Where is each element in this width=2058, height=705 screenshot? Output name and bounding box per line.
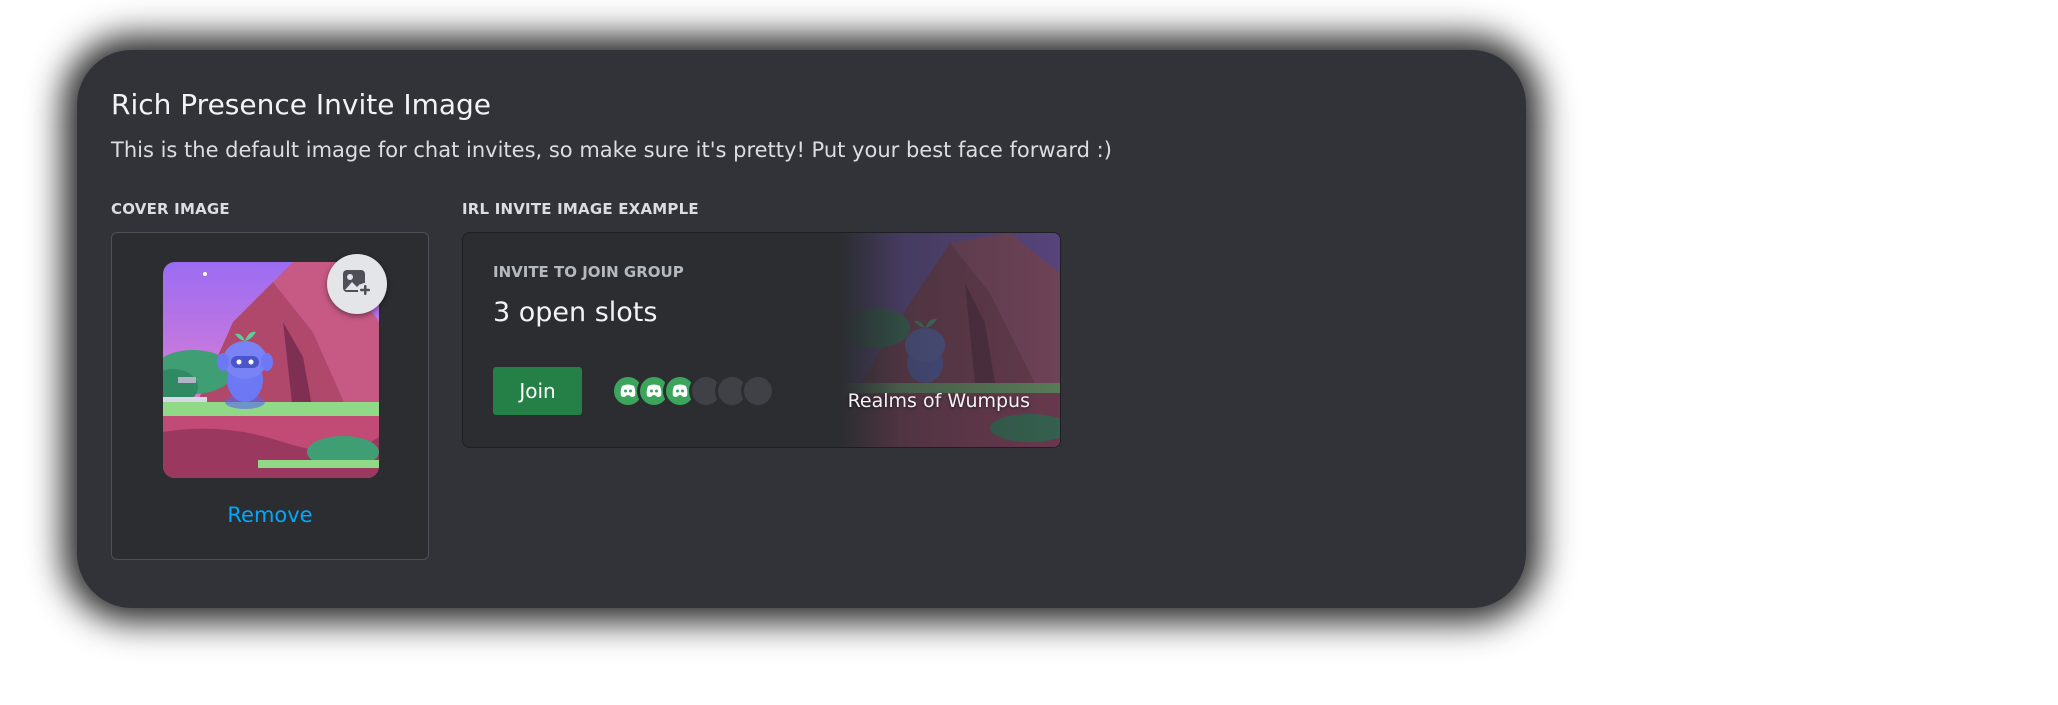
background-fade [840,233,1060,447]
discord-logo-icon [672,384,688,397]
invite-example-card: INVITE TO JOIN GROUP 3 open slots Join R… [462,232,1061,448]
invite-example-label: IRL INVITE IMAGE EXAMPLE [462,200,699,218]
discord-logo-icon [646,384,662,397]
remove-image-link[interactable]: Remove [112,503,428,527]
settings-panel: Rich Presence Invite Image This is the d… [77,50,1526,608]
section-title: Rich Presence Invite Image [111,88,492,121]
upload-image-button[interactable] [327,254,387,314]
invite-heading: INVITE TO JOIN GROUP [493,263,684,281]
image-plus-icon [341,266,373,302]
join-button[interactable]: Join [493,367,582,415]
cover-image-label: COVER IMAGE [111,200,230,218]
game-name: Realms of Wumpus [847,390,1030,412]
open-slot [741,374,775,408]
discord-logo-icon [620,384,636,397]
open-slots-text: 3 open slots [493,297,658,328]
party-slots [611,374,791,410]
cover-image-uploader: Remove [111,232,429,560]
section-description: This is the default image for chat invit… [111,138,1112,162]
